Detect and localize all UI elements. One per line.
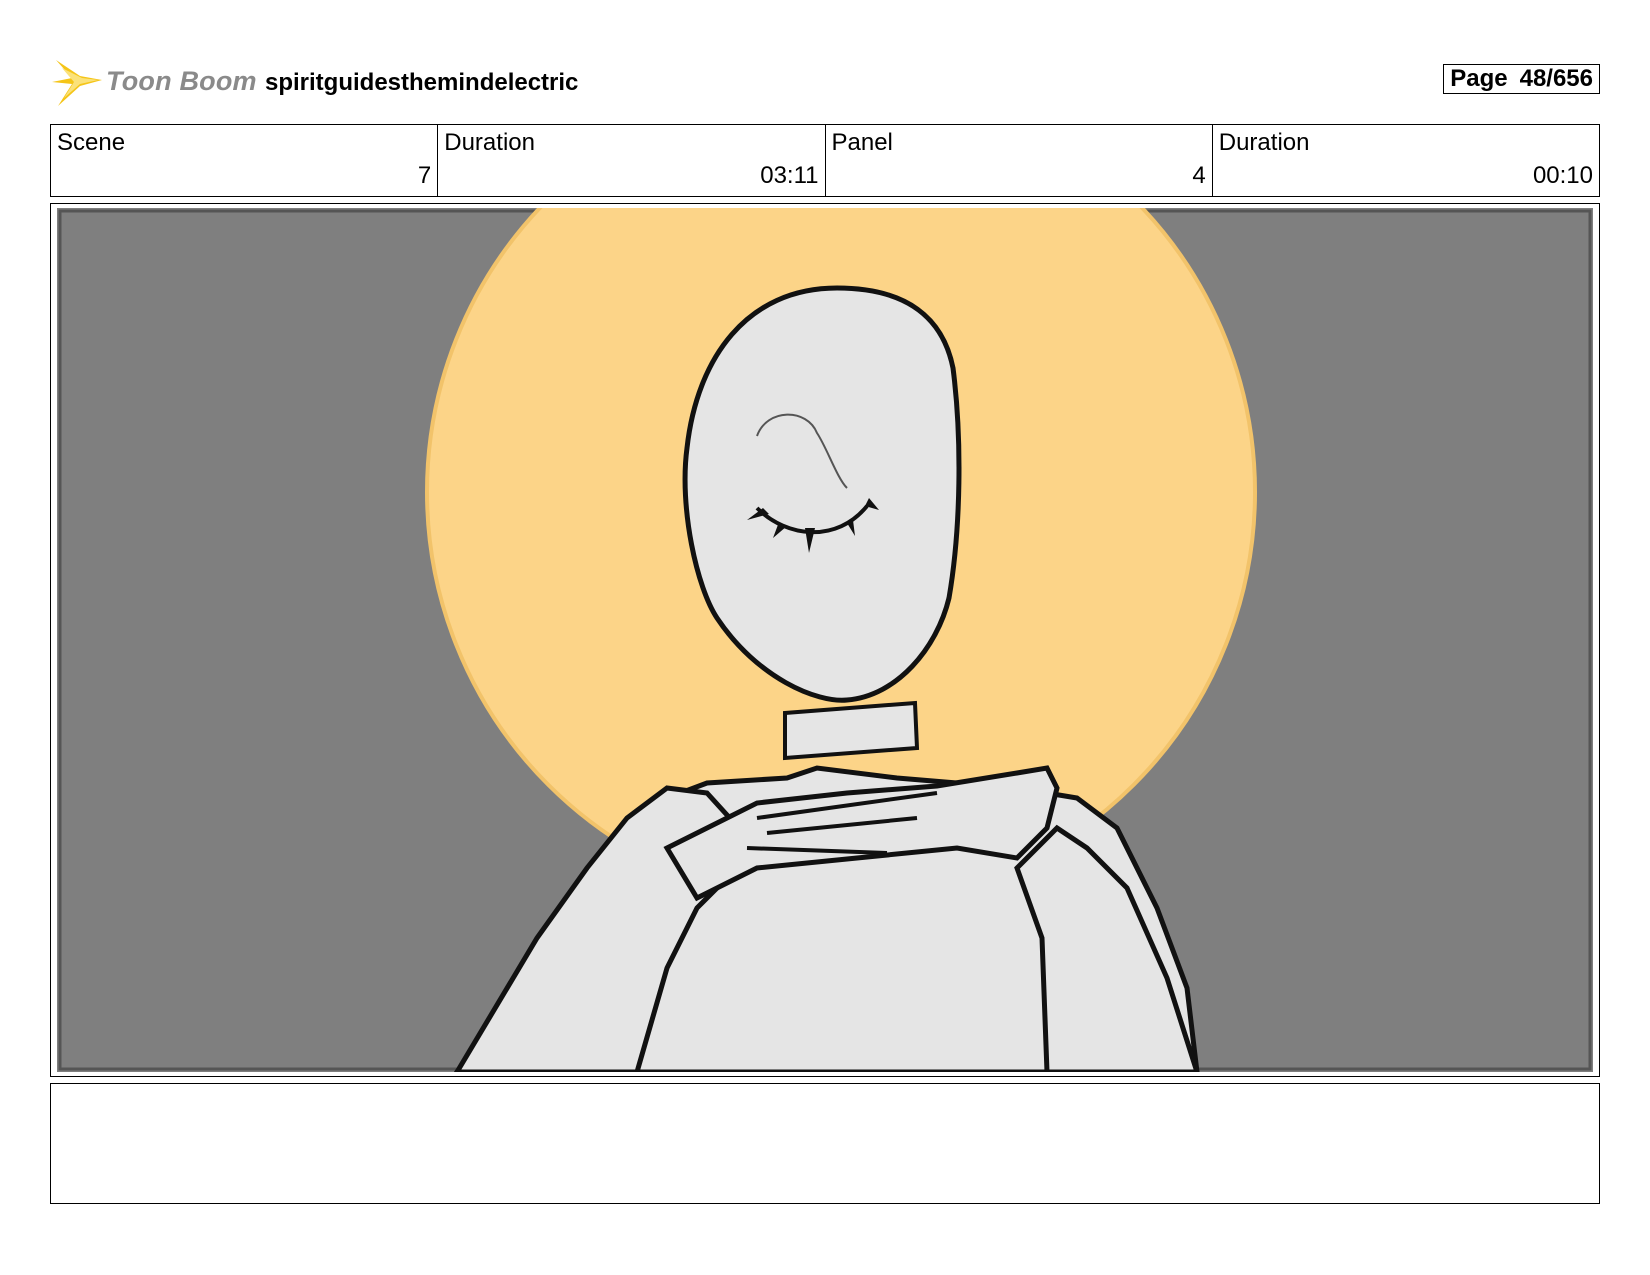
toon-boom-logo: Toon Boom — [50, 56, 257, 108]
scene-duration-cell: Duration 03:11 — [438, 125, 826, 196]
starburst-icon — [52, 60, 102, 106]
page-header: Toon Boom spiritguidesthemindelectric Pa… — [50, 52, 1600, 112]
scene-cell: Scene 7 — [51, 125, 439, 196]
storyboard-panel-frame — [50, 203, 1600, 1077]
scene-duration-label: Duration — [444, 129, 535, 156]
panel-value: 4 — [1192, 162, 1206, 189]
panel-notes-box — [50, 1083, 1600, 1204]
scene-value: 7 — [417, 162, 432, 189]
scene-label: Scene — [57, 129, 126, 156]
logo-text: Toon Boom — [106, 66, 257, 96]
panel-info-table: Scene 7 Duration 03:11 Panel 4 Duration … — [50, 124, 1600, 197]
panel-duration-label: Duration — [1218, 129, 1310, 156]
project-title: spiritguidesthemindelectric — [265, 69, 579, 96]
panel-duration-value: 00:10 — [1532, 162, 1593, 189]
panel-label: Panel — [831, 129, 893, 156]
figure-illustration — [57, 208, 1593, 1072]
page-number: 48/656 — [1519, 65, 1593, 92]
scene-duration-value: 03:11 — [760, 162, 819, 189]
panel-cell: Panel 4 — [826, 125, 1213, 196]
panel-duration-cell: Duration 00:10 — [1213, 125, 1599, 196]
page-label: Page — [1450, 65, 1508, 92]
page-indicator: Page 48/656 — [1443, 64, 1600, 94]
storyboard-drawing — [57, 208, 1593, 1072]
neck — [783, 700, 920, 761]
